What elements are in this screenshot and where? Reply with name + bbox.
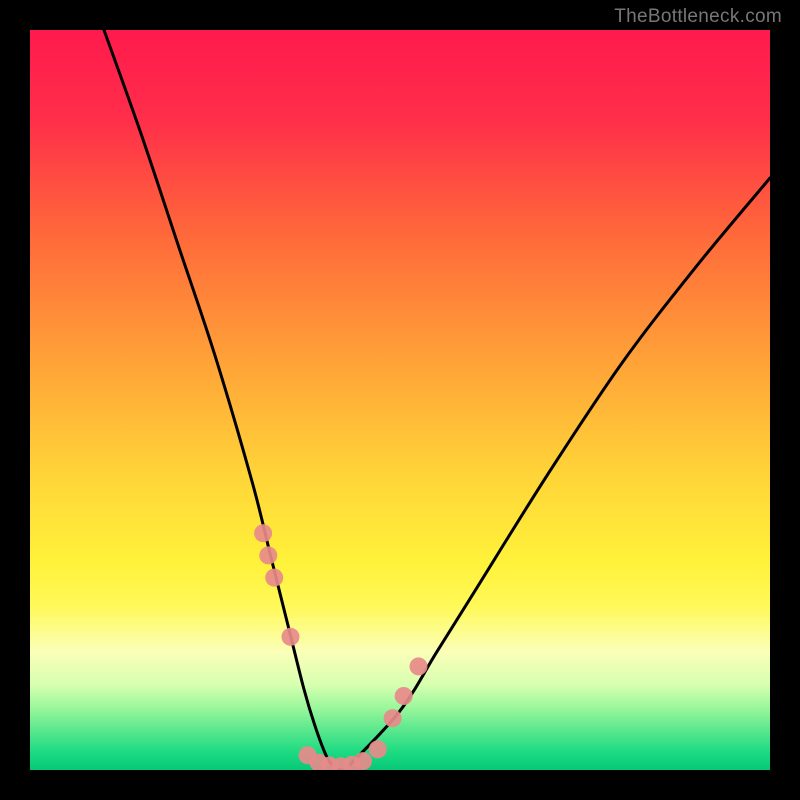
marker-dot — [410, 657, 428, 675]
marker-dot — [281, 628, 299, 646]
marker-dot — [265, 569, 283, 587]
chart-svg — [30, 30, 770, 770]
marker-dot — [384, 709, 402, 727]
marker-dot — [369, 740, 387, 758]
plot-area — [30, 30, 770, 770]
watermark-text: TheBottleneck.com — [614, 6, 782, 28]
marker-dot — [354, 752, 372, 770]
gradient-background — [30, 30, 770, 770]
outer-frame: TheBottleneck.com — [0, 0, 800, 800]
marker-dot — [254, 524, 272, 542]
marker-dot — [395, 687, 413, 705]
marker-dot — [259, 546, 277, 564]
